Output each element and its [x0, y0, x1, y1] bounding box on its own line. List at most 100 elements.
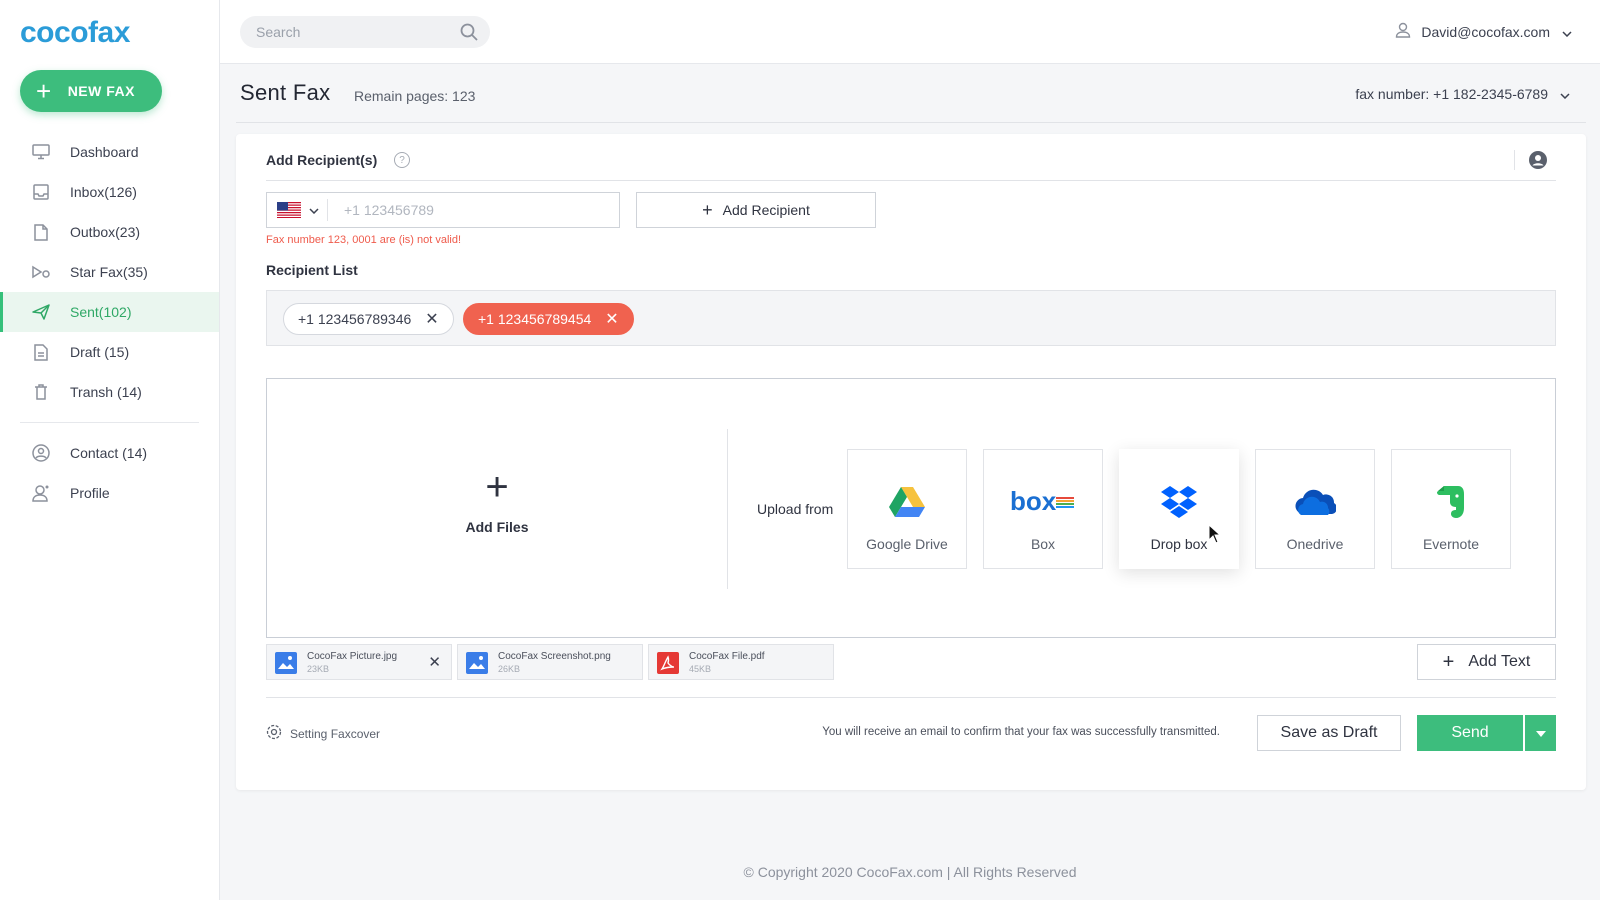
- evernote-icon: [1392, 476, 1510, 528]
- close-icon[interactable]: ✕: [425, 309, 438, 329]
- plus-icon: +: [1442, 650, 1455, 673]
- help-icon[interactable]: ?: [394, 152, 410, 168]
- dropbox-button[interactable]: Drop box: [1119, 449, 1239, 569]
- upload-from-label: Upload from: [757, 501, 834, 517]
- us-flag-icon[interactable]: [277, 202, 301, 218]
- service-label: Box: [1030, 536, 1056, 552]
- sidebar-item-dashboard[interactable]: Dashboard: [0, 132, 219, 172]
- search-icon[interactable]: [460, 23, 478, 44]
- plus-icon: +: [485, 465, 509, 509]
- confirmation-note: You will receive an email to confirm tha…: [822, 726, 1220, 738]
- mouse-cursor-icon: [1208, 523, 1222, 549]
- plus-icon: +: [36, 76, 52, 106]
- topbar: Search David@cocofax.com: [220, 0, 1600, 64]
- error-message: Fax number 123, 0001 are (is) not valid!: [266, 234, 462, 246]
- evernote-button[interactable]: Evernote: [1391, 449, 1511, 569]
- sidebar-item-contact[interactable]: Contact (14): [0, 433, 219, 473]
- user-icon: [1395, 22, 1411, 41]
- setting-faxcover-link[interactable]: Setting Faxcover: [266, 724, 380, 743]
- onedrive-icon: [1256, 476, 1374, 528]
- add-recipient-button[interactable]: + Add Recipient: [636, 192, 876, 228]
- sidebar-item-label: Star Fax(35): [70, 264, 148, 280]
- chevron-down-icon[interactable]: [309, 201, 319, 219]
- fax-number-label: fax number: +1 182-2345-6789: [1355, 86, 1548, 102]
- sidebar-item-label: Contact (14): [70, 445, 148, 461]
- plus-icon: +: [702, 199, 713, 220]
- attached-file: CocoFax Picture.jpg 23KB ✕: [266, 644, 452, 680]
- svg-text:box: box: [1010, 488, 1057, 516]
- contact-icon: [32, 444, 50, 462]
- sidebar-item-star-fax[interactable]: Star Fax(35): [0, 252, 219, 292]
- file-size: 23KB: [307, 664, 330, 674]
- sidebar-item-trash[interactable]: Transh (14): [0, 372, 219, 412]
- phone-input[interactable]: [344, 202, 604, 218]
- inbox-icon: [32, 183, 50, 201]
- sidebar-item-sent[interactable]: Sent(102): [0, 292, 219, 332]
- header-separator: [1514, 150, 1515, 170]
- user-email: David@cocofax.com: [1421, 23, 1550, 40]
- file-size: 26KB: [498, 664, 521, 674]
- dropbox-icon: [1120, 476, 1238, 528]
- sidebar-item-draft[interactable]: Draft (15): [0, 332, 219, 372]
- search-input[interactable]: Search: [240, 16, 490, 48]
- search-placeholder: Search: [256, 24, 301, 40]
- new-fax-button[interactable]: + NEW FAX: [20, 70, 162, 112]
- file-name: CocoFax File.pdf: [689, 651, 765, 662]
- actions-divider: [266, 697, 1556, 698]
- save-draft-button[interactable]: Save as Draft: [1257, 715, 1401, 751]
- add-recipient-label: Add Recipient: [722, 202, 810, 218]
- recipients-divider: [266, 180, 1556, 181]
- add-files-button[interactable]: + Add Files: [417, 465, 577, 535]
- attached-file: CocoFax File.pdf 45KB: [648, 644, 834, 680]
- gear-icon: [266, 724, 282, 743]
- attached-file: CocoFax Screenshot.png 26KB: [457, 644, 643, 680]
- sidebar-item-outbox[interactable]: Outbox(23): [0, 212, 219, 252]
- add-files-label: Add Files: [465, 519, 529, 535]
- file-name: CocoFax Picture.jpg: [307, 651, 398, 662]
- add-text-button[interactable]: + Add Text: [1417, 644, 1556, 680]
- chevron-down-icon: [1560, 86, 1570, 102]
- recipient-chip[interactable]: +1 123456789346 ✕: [283, 303, 454, 335]
- sidebar-item-label: Sent(102): [70, 304, 132, 320]
- header-divider: [236, 122, 1586, 123]
- box-icon: box: [984, 476, 1102, 528]
- compose-card: Add Recipient(s) ? + Add Recipi: [236, 134, 1586, 790]
- google-drive-button[interactable]: Google Drive: [847, 449, 967, 569]
- file-size: 45KB: [689, 664, 712, 674]
- document-icon: [32, 223, 50, 241]
- remain-pages: Remain pages: 123: [354, 88, 476, 104]
- onedrive-button[interactable]: Onedrive: [1255, 449, 1375, 569]
- service-label: Google Drive: [866, 536, 948, 552]
- pdf-file-icon: [657, 652, 679, 679]
- close-icon[interactable]: ✕: [428, 653, 441, 671]
- send-button[interactable]: Send: [1417, 715, 1523, 751]
- new-fax-label: NEW FAX: [67, 83, 135, 99]
- sidebar: cocofax + NEW FAX Dashboard Inbox(126) O…: [0, 0, 220, 900]
- logo[interactable]: cocofax: [20, 16, 130, 50]
- paper-plane-icon: [32, 303, 50, 321]
- sidebar-item-label: Outbox(23): [70, 224, 141, 240]
- sidebar-item-inbox[interactable]: Inbox(126): [0, 172, 219, 212]
- fax-number-select[interactable]: fax number: +1 182-2345-6789: [1355, 86, 1570, 102]
- chevron-down-icon: [1562, 24, 1572, 40]
- close-icon[interactable]: ✕: [605, 309, 618, 329]
- add-text-label: Add Text: [1468, 653, 1531, 670]
- service-label: Onedrive: [1286, 536, 1344, 552]
- star-fax-icon: [32, 263, 50, 281]
- service-label: Evernote: [1422, 536, 1480, 552]
- draft-icon: [32, 343, 50, 361]
- contact-book-icon[interactable]: [1528, 150, 1548, 175]
- send-options-button[interactable]: [1525, 715, 1556, 751]
- recipient-chip-invalid[interactable]: +1 123456789454 ✕: [463, 303, 634, 335]
- box-button[interactable]: box Box: [983, 449, 1103, 569]
- upload-area: + Add Files Upload from Google Drive box…: [266, 378, 1556, 638]
- phone-field: [266, 192, 620, 228]
- sidebar-item-profile[interactable]: Profile: [0, 473, 219, 513]
- sidebar-item-label: Draft (15): [70, 344, 130, 360]
- monitor-icon: [32, 143, 50, 161]
- sidebar-item-label: Profile: [70, 485, 110, 501]
- user-menu[interactable]: David@cocofax.com: [1395, 22, 1572, 41]
- faxcover-label: Setting Faxcover: [290, 726, 381, 741]
- sidebar-nav: Dashboard Inbox(126) Outbox(23) Star Fax…: [0, 132, 219, 513]
- upload-divider: [727, 429, 728, 589]
